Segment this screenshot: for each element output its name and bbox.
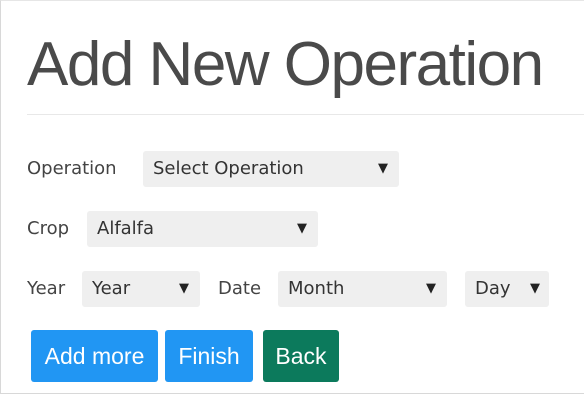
app-frame: Add New Operation Operation Select Opera… bbox=[0, 0, 584, 394]
month-select-value: Month bbox=[288, 278, 345, 299]
crop-select[interactable]: Alfalfa ▼ bbox=[87, 211, 318, 247]
crop-label: Crop bbox=[27, 218, 70, 239]
day-select[interactable]: Day ▼ bbox=[465, 271, 549, 307]
year-label: Year bbox=[27, 278, 66, 299]
back-button[interactable]: Back bbox=[263, 330, 339, 382]
page-title: Add New Operation bbox=[27, 30, 544, 99]
crop-row: Crop Alfalfa ▼ bbox=[27, 211, 327, 247]
caret-down-icon: ▼ bbox=[378, 161, 388, 176]
finish-button[interactable]: Finish bbox=[165, 330, 253, 382]
year-date-row: Year Year ▼ Date Month ▼ Day ▼ bbox=[27, 271, 557, 307]
caret-down-icon: ▼ bbox=[530, 281, 540, 296]
caret-down-icon: ▼ bbox=[179, 281, 189, 296]
operation-label: Operation bbox=[27, 158, 117, 179]
add-more-button[interactable]: Add more bbox=[31, 330, 158, 382]
date-label: Date bbox=[218, 278, 262, 299]
year-select-value: Year bbox=[92, 278, 131, 299]
crop-select-value: Alfalfa bbox=[97, 218, 155, 239]
operation-select-value: Select Operation bbox=[153, 158, 304, 179]
caret-down-icon: ▼ bbox=[426, 281, 436, 296]
title-divider bbox=[27, 114, 584, 115]
day-select-value: Day bbox=[475, 278, 511, 299]
operation-select[interactable]: Select Operation ▼ bbox=[143, 151, 399, 187]
caret-down-icon: ▼ bbox=[297, 221, 307, 236]
year-select[interactable]: Year ▼ bbox=[82, 271, 200, 307]
month-select[interactable]: Month ▼ bbox=[278, 271, 447, 307]
operation-row: Operation Select Operation ▼ bbox=[27, 151, 407, 187]
